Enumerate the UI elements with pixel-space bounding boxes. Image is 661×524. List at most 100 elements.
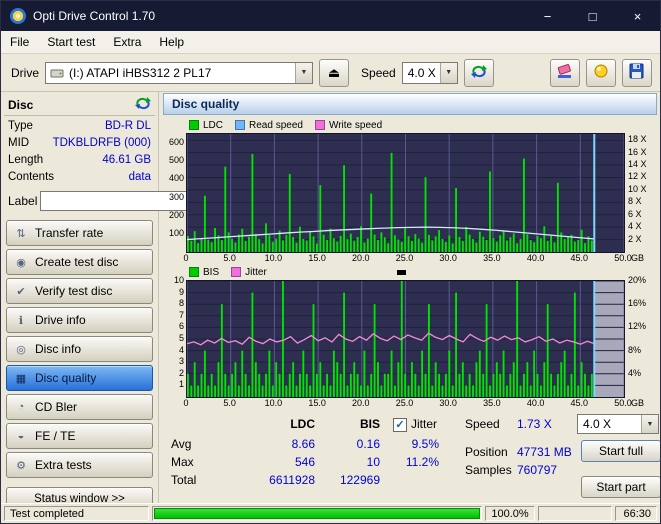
- disc-info-label: Contents: [8, 171, 55, 183]
- chevron-down-icon[interactable]: ▼: [295, 62, 313, 83]
- axis-unit-label: GB: [631, 253, 645, 263]
- menu-bar: File Start test Extra Help: [1, 31, 660, 54]
- speed-stat-label: Speed: [465, 417, 500, 431]
- axis-tick-label: 40.0: [526, 398, 545, 408]
- disc-sidebar: Disc Type BD-R DL MID TDKBLDRFB (000) Length…: [1, 91, 210, 510]
- axis-tick-label: 10.0: [264, 253, 283, 263]
- sidebar-item-drive-info[interactable]: ℹ Drive info: [6, 307, 153, 333]
- sidebar-item-fe-te[interactable]: ◒ FE / TE: [6, 423, 153, 449]
- speed-select[interactable]: 4.0 X ▼: [401, 61, 458, 84]
- save-results-button[interactable]: [622, 58, 652, 87]
- axis-tick-label: 6: [178, 321, 184, 332]
- axis-tick-label: 10 X: [628, 183, 647, 194]
- position-stat-value: 47731 MB: [517, 445, 572, 459]
- bis-avg-value: 0.16: [356, 437, 380, 451]
- axis-tick-label: 8 X: [628, 196, 642, 207]
- bottom-chart-left-axis: 10 9 8 7 6 5 4 3 2 1: [162, 276, 186, 398]
- start-part-button[interactable]: Start part: [581, 476, 660, 498]
- cd-bler-icon: ◔: [17, 401, 25, 413]
- create-test-disc-icon: ◉: [16, 256, 26, 269]
- axis-tick-label: 2: [178, 367, 184, 378]
- scan-speed-select[interactable]: 4.0 X ▼: [577, 414, 659, 434]
- refresh-icon: [470, 63, 488, 82]
- smart-info-button[interactable]: [586, 58, 616, 87]
- chevron-down-icon[interactable]: ▼: [439, 62, 457, 83]
- progress-percent: 100.0%: [485, 506, 535, 521]
- axis-tick-label: 10.0: [264, 398, 283, 408]
- axis-tick-label: 16%: [628, 298, 647, 309]
- ldc-avg-value: 8.66: [291, 437, 315, 451]
- legend-item-bis: BIS: [189, 267, 219, 278]
- menu-item-help[interactable]: Help: [150, 32, 193, 52]
- disc-info-row: MID TDKBLDRFB (000): [4, 135, 155, 152]
- refresh-speeds-button[interactable]: [463, 58, 494, 87]
- bottom-chart-right-axis: 20% 16% 12% 8% 4%: [625, 276, 659, 398]
- sidebar-item-verify-test-disc[interactable]: ✔ Verify test disc: [6, 278, 153, 304]
- axis-tick-label: 35.0: [483, 398, 501, 408]
- jitter-checkbox-label: Jitter: [411, 417, 438, 431]
- status-spacer: [538, 506, 612, 521]
- axis-tick-label: 6 X: [628, 208, 642, 219]
- legend-swatch: [314, 120, 325, 130]
- drive-info-icon: ℹ: [18, 314, 24, 327]
- axis-tick-label: 1: [178, 379, 184, 390]
- elapsed-time: 66:30: [615, 506, 657, 521]
- sidebar-item-transfer-rate[interactable]: ⇅ Transfer rate: [6, 220, 153, 246]
- legend-label: Jitter: [245, 266, 267, 278]
- bottom-chart-x-axis: 0 5.0 10.0 15.0 20.0 25.0 30.0 35.0 40.0 45.0 50.0…: [183, 398, 644, 410]
- eject-icon: ⏏: [327, 64, 341, 80]
- maximize-button[interactable]: □: [570, 1, 615, 31]
- menu-item-extra[interactable]: Extra: [104, 32, 150, 52]
- drive-icon: [50, 67, 64, 79]
- sidebar-item-extra-tests[interactable]: ⚙ Extra tests: [6, 452, 153, 478]
- refresh-disc-icon[interactable]: [135, 96, 151, 113]
- sidebar-item-disc-quality[interactable]: ▦ Disc quality: [6, 365, 153, 391]
- disc-info-label: Type: [8, 120, 33, 132]
- sidebar-item-disc-info[interactable]: ◎ Disc info: [6, 336, 153, 362]
- eject-button[interactable]: ⏏: [319, 58, 350, 87]
- page-title: Disc quality: [163, 93, 657, 115]
- disc-info-icon: ◎: [16, 343, 26, 356]
- jitter-max-value: 11.2%: [405, 455, 439, 469]
- drive-select[interactable]: (I:) ATAPI iHBS312 2 PL17 ▼: [45, 61, 314, 84]
- axis-tick-label: 30.0: [439, 398, 457, 408]
- ldc-chart: [186, 133, 625, 253]
- bis-total-value: 122969: [339, 473, 380, 487]
- axis-tick-label: 2 X: [628, 233, 642, 244]
- axis-tick-label: 4: [178, 344, 184, 355]
- menu-item-start-test[interactable]: Start test: [38, 32, 104, 52]
- axis-tick-label: 50.0: [614, 398, 632, 408]
- erase-disc-button[interactable]: [550, 58, 580, 87]
- toolbar: Drive (I:) ATAPI iHBS312 2 PL17 ▼ ⏏ Spee…: [1, 54, 660, 92]
- app-icon: [10, 8, 26, 24]
- axis-tick-label: 9: [178, 286, 184, 297]
- disc-info-label: MID: [8, 137, 30, 149]
- jitter-checkbox[interactable]: ✓: [393, 418, 407, 432]
- sidebar-item-label: FE / TE: [35, 429, 76, 443]
- axis-tick-label: 500: [168, 155, 184, 166]
- menu-item-file[interactable]: File: [1, 32, 38, 52]
- start-full-button[interactable]: Start full: [581, 440, 660, 462]
- disc-quality-icon: ▦: [15, 372, 27, 385]
- total-row-label: Total: [171, 473, 197, 487]
- sidebar-item-label: CD Bler: [35, 400, 78, 414]
- minimize-button[interactable]: −: [525, 1, 570, 31]
- disc-info-row: Type BD-R DL: [4, 118, 155, 135]
- axis-tick-label: 45.0: [570, 398, 589, 408]
- axis-tick-label: 30.0: [439, 253, 457, 263]
- axis-tick-label: 20%: [628, 275, 647, 285]
- yellow-status-icon: [592, 63, 610, 82]
- speed-label: Speed: [361, 65, 396, 80]
- bottom-chart-legend: BIS Jitter: [161, 265, 659, 280]
- transfer-rate-icon: ⇅: [16, 227, 26, 240]
- samples-stat-label: Samples: [465, 463, 512, 477]
- axis-tick-label: 200: [168, 209, 184, 220]
- axis-tick-label: 7: [178, 309, 184, 320]
- legend-item-read-speed: Read speed: [235, 120, 303, 131]
- bis-column-header: BIS: [359, 417, 380, 431]
- close-button[interactable]: ×: [615, 1, 660, 31]
- sidebar-item-cd-bler[interactable]: ◔ CD Bler: [6, 394, 153, 420]
- chevron-down-icon[interactable]: ▼: [641, 415, 658, 433]
- app-window: Opti Drive Control 1.70 − □ × File Start …: [0, 0, 661, 524]
- sidebar-item-create-test-disc[interactable]: ◉ Create test disc: [6, 249, 153, 275]
